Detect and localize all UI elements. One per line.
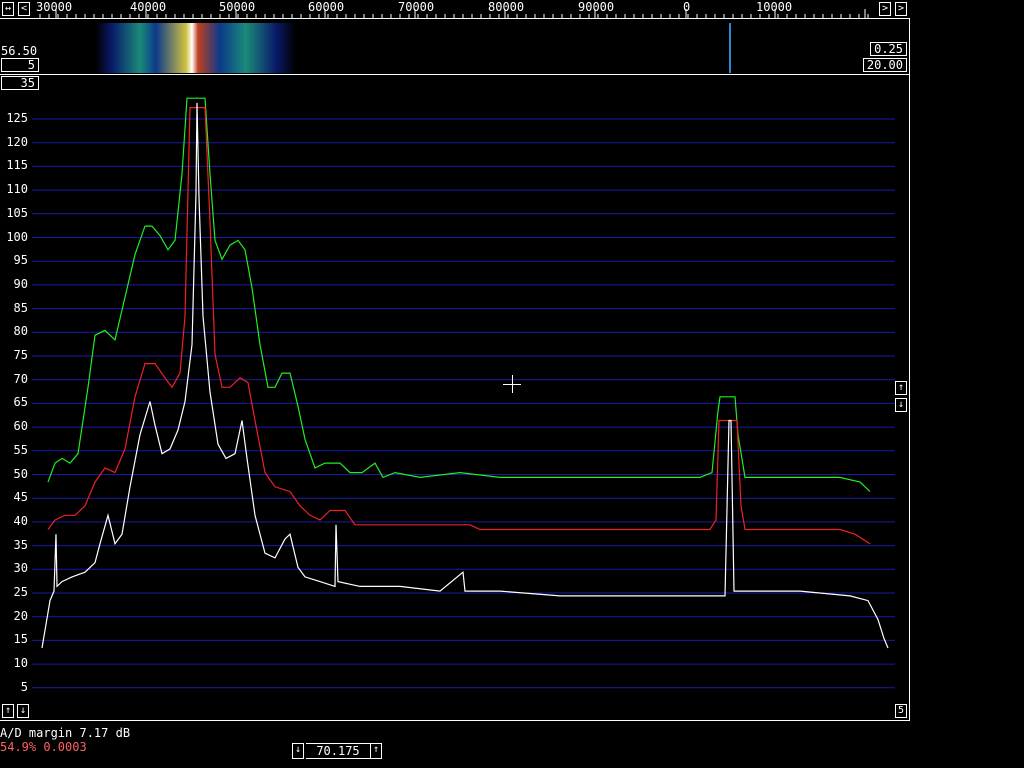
- average-trace: [47, 106, 871, 545]
- zoom-down-button[interactable]: ↓: [17, 704, 29, 718]
- y-axis-label: 65: [13, 395, 28, 410]
- freq-label: 50000: [219, 0, 256, 14]
- y-axis-label: 55: [13, 442, 28, 457]
- y-axis-label: 25: [13, 585, 28, 599]
- scale-up-button[interactable]: ↑: [895, 381, 907, 395]
- y-axis-label: 110: [6, 182, 28, 197]
- scale-down-button[interactable]: ↓: [895, 398, 907, 412]
- waterfall-right-top-box[interactable]: 0.25: [870, 42, 907, 56]
- zoom-up-button[interactable]: ↑: [2, 704, 14, 718]
- y-axis-label: 40: [13, 513, 28, 528]
- y-axis-label: 35: [13, 537, 28, 552]
- waterfall-right-box[interactable]: 20.00: [863, 58, 907, 72]
- ad-margin-text: A/D margin 7.17 dB: [0, 726, 131, 740]
- waterfall-image: [96, 23, 731, 73]
- spectrum-grid: [32, 118, 895, 689]
- y-axis-label: 5: [20, 679, 28, 694]
- y-axis-label: 105: [6, 205, 28, 220]
- load-text: 54.9% 0.0003: [0, 740, 87, 754]
- y-axis-label: 10: [13, 656, 28, 671]
- spectrum-graph: [32, 97, 895, 689]
- waterfall-left-box[interactable]: 5: [1, 58, 39, 72]
- y-axis-label: 75: [13, 348, 28, 362]
- freq-label: 0: [683, 0, 691, 14]
- waterfall-panel[interactable]: 56.50 5 0.25 20.00: [0, 19, 910, 75]
- freq-label: 70000: [398, 0, 435, 14]
- crosshair-cursor: [512, 375, 513, 393]
- y-axis-label: 30: [13, 561, 28, 576]
- y-axis-label: 85: [13, 300, 28, 315]
- freq-label: 10000: [756, 0, 793, 14]
- freq-display[interactable]: 70.175: [306, 743, 370, 759]
- y-axis-label: 15: [13, 632, 28, 647]
- freq-up-button[interactable]: ↑: [370, 743, 382, 759]
- y-axis-label: 70: [13, 371, 28, 386]
- y-axis-label: 95: [13, 253, 28, 268]
- y-axis-label: 50: [13, 466, 28, 481]
- freq-down-button[interactable]: ↓: [292, 743, 304, 759]
- y-axis-label: 20: [13, 608, 28, 623]
- y-axis-label: 60: [13, 419, 28, 434]
- freq-label: 60000: [308, 0, 345, 14]
- freq-label: 40000: [130, 0, 167, 14]
- instant-trace: [41, 102, 889, 649]
- y-axis-label: 115: [6, 158, 28, 173]
- waterfall-left-value: 56.50: [1, 44, 38, 58]
- y-axis-label: 90: [13, 276, 28, 291]
- y-axis-label: 125: [6, 111, 28, 125]
- y-axis-label: 80: [13, 324, 28, 339]
- y-axis-label: 100: [6, 229, 28, 244]
- freq-label: 80000: [488, 0, 525, 14]
- y-axis-label: 45: [13, 490, 28, 505]
- freq-label: 90000: [578, 0, 615, 14]
- corner-right-box[interactable]: 5: [895, 704, 907, 718]
- freq-label: 30000: [36, 0, 73, 14]
- y-axis-label: 120: [6, 134, 28, 149]
- max-trace: [47, 97, 871, 493]
